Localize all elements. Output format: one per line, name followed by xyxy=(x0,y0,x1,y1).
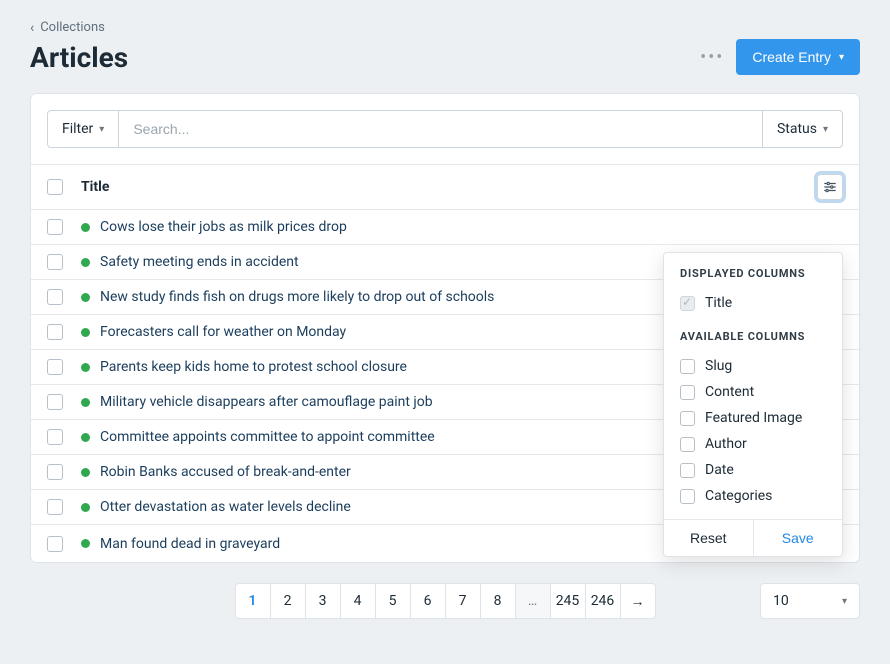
available-column-item[interactable]: Categories xyxy=(680,483,826,509)
per-page-value: 10 xyxy=(773,593,789,609)
entry-title-link[interactable]: Otter devastation as water levels declin… xyxy=(100,499,351,515)
column-checkbox[interactable] xyxy=(680,385,695,400)
chevron-down-icon: ▾ xyxy=(842,596,847,607)
displayed-column-item: Title xyxy=(680,290,826,316)
entry-title-link[interactable]: New study finds fish on drugs more likel… xyxy=(100,289,494,305)
table-header: Title xyxy=(31,164,859,209)
search-input[interactable] xyxy=(133,121,748,137)
chevron-down-icon: ▾ xyxy=(823,124,828,135)
row-checkbox[interactable] xyxy=(47,254,63,270)
row-checkbox[interactable] xyxy=(47,219,63,235)
per-page-select[interactable]: 10 ▾ xyxy=(760,583,860,619)
available-column-item[interactable]: Date xyxy=(680,457,826,483)
columns-popover: DISPLAYED COLUMNS Title AVAILABLE COLUMN… xyxy=(663,252,843,557)
column-checkbox[interactable] xyxy=(680,463,695,478)
available-column-item[interactable]: Author xyxy=(680,431,826,457)
status-dot-icon xyxy=(81,328,90,337)
pagination: 12345678…245246→ xyxy=(235,583,656,619)
status-dot-icon xyxy=(81,468,90,477)
page-number[interactable]: 5 xyxy=(375,583,411,619)
column-label: Content xyxy=(705,384,754,400)
entry-title-link[interactable]: Committee appoints committee to appoint … xyxy=(100,429,435,445)
search-container xyxy=(119,110,762,148)
available-column-item[interactable]: Slug xyxy=(680,353,826,379)
listing-card: Filter ▾ Status ▾ Title xyxy=(30,93,860,563)
page-number[interactable]: 3 xyxy=(305,583,341,619)
table-row: Cows lose their jobs as milk prices drop xyxy=(31,209,859,244)
column-checkbox-locked xyxy=(680,296,695,311)
column-checkbox[interactable] xyxy=(680,359,695,374)
entry-title-link[interactable]: Forecasters call for weather on Monday xyxy=(100,324,346,340)
entry-title-link[interactable]: Military vehicle disappears after camouf… xyxy=(100,394,433,410)
page-ellipsis: … xyxy=(515,583,551,619)
column-checkbox[interactable] xyxy=(680,411,695,426)
status-label: Status xyxy=(777,121,817,137)
select-all-checkbox[interactable] xyxy=(47,179,63,195)
row-checkbox[interactable] xyxy=(47,324,63,340)
entry-title-link[interactable]: Safety meeting ends in accident xyxy=(100,254,299,270)
column-label: Author xyxy=(705,436,747,452)
available-columns-heading: AVAILABLE COLUMNS xyxy=(680,330,826,343)
column-settings-button[interactable] xyxy=(817,174,843,200)
status-dot-icon xyxy=(81,258,90,267)
page-number[interactable]: 6 xyxy=(410,583,446,619)
status-button[interactable]: Status ▾ xyxy=(762,110,843,148)
displayed-columns-heading: DISPLAYED COLUMNS xyxy=(680,267,826,280)
column-label: Categories xyxy=(705,488,772,504)
status-dot-icon xyxy=(81,433,90,442)
row-checkbox[interactable] xyxy=(47,499,63,515)
page-more-icon[interactable]: ••• xyxy=(700,47,724,68)
status-dot-icon xyxy=(81,223,90,232)
available-column-item[interactable]: Content xyxy=(680,379,826,405)
entry-title-link[interactable]: Robin Banks accused of break-and-enter xyxy=(100,464,351,480)
page-number[interactable]: 7 xyxy=(445,583,481,619)
page-title: Articles xyxy=(30,41,128,74)
create-entry-label: Create Entry xyxy=(752,49,831,65)
page-number[interactable]: 8 xyxy=(480,583,516,619)
page-next[interactable]: → xyxy=(620,583,656,619)
chevron-left-icon: ‹ xyxy=(30,21,34,35)
status-dot-icon xyxy=(81,539,90,548)
chevron-down-icon: ▾ xyxy=(99,124,104,135)
row-checkbox[interactable] xyxy=(47,359,63,375)
status-dot-icon xyxy=(81,398,90,407)
status-dot-icon xyxy=(81,363,90,372)
column-label: Title xyxy=(705,295,732,311)
row-checkbox[interactable] xyxy=(47,536,63,552)
row-checkbox[interactable] xyxy=(47,464,63,480)
chevron-down-icon: ▾ xyxy=(839,52,844,63)
status-dot-icon xyxy=(81,503,90,512)
page-number[interactable]: 1 xyxy=(235,583,271,619)
filter-label: Filter xyxy=(62,121,93,137)
columns-save-button[interactable]: Save xyxy=(754,520,843,556)
status-dot-icon xyxy=(81,293,90,302)
row-checkbox[interactable] xyxy=(47,394,63,410)
column-label: Featured Image xyxy=(705,410,802,426)
page-number[interactable]: 246 xyxy=(585,583,621,619)
available-column-item[interactable]: Featured Image xyxy=(680,405,826,431)
page-number[interactable]: 245 xyxy=(550,583,586,619)
sliders-icon xyxy=(823,180,837,194)
page-number[interactable]: 2 xyxy=(270,583,306,619)
breadcrumb[interactable]: ‹ Collections xyxy=(30,20,860,35)
create-entry-button[interactable]: Create Entry ▾ xyxy=(736,39,860,75)
entry-title-link[interactable]: Parents keep kids home to protest school… xyxy=(100,359,407,375)
row-checkbox[interactable] xyxy=(47,289,63,305)
filter-button[interactable]: Filter ▾ xyxy=(47,110,119,148)
column-checkbox[interactable] xyxy=(680,489,695,504)
breadcrumb-label: Collections xyxy=(40,20,105,35)
column-label: Slug xyxy=(705,358,732,374)
columns-reset-button[interactable]: Reset xyxy=(664,520,754,556)
row-checkbox[interactable] xyxy=(47,429,63,445)
column-label: Date xyxy=(705,462,734,478)
entry-title-link[interactable]: Cows lose their jobs as milk prices drop xyxy=(100,219,347,235)
column-checkbox[interactable] xyxy=(680,437,695,452)
column-header-title[interactable]: Title xyxy=(81,179,809,195)
page-number[interactable]: 4 xyxy=(340,583,376,619)
entry-title-link[interactable]: Man found dead in graveyard xyxy=(100,536,280,552)
